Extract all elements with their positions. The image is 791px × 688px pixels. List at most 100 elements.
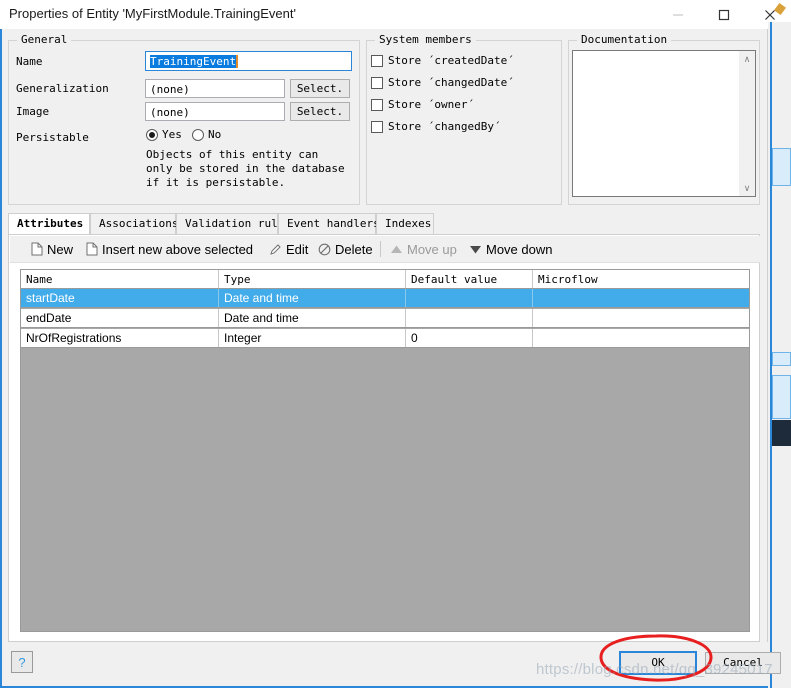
system-member-label: Store ´createdDate´ — [388, 54, 514, 67]
checkbox-icon — [371, 121, 383, 133]
triangle-down-icon — [469, 244, 482, 255]
grid-header-row: Name Type Default value Microflow — [21, 270, 749, 289]
cell-name: endDate — [21, 309, 219, 327]
system-member-owner[interactable]: Store ´owner´ — [371, 98, 474, 111]
scroll-up-icon[interactable]: ∧ — [739, 51, 755, 67]
system-member-changed-by[interactable]: Store ´changedBy´ — [371, 120, 501, 133]
persistable-label: Persistable — [16, 131, 89, 144]
move-up-button-label: Move up — [407, 242, 457, 257]
name-input-value: TrainingEvent — [150, 55, 238, 68]
general-group-title: General — [17, 33, 71, 46]
system-member-label: Store ´changedBy´ — [388, 120, 501, 133]
table-row[interactable]: endDate Date and time — [21, 309, 749, 328]
cell-default-value — [406, 289, 533, 307]
persistable-hint-text: Objects of this entity can only be store… — [146, 148, 351, 190]
system-members-group-title: System members — [375, 33, 476, 46]
cell-type: Date and time — [219, 309, 406, 327]
dialog-titlebar: Properties of Entity 'MyFirstModule.Trai… — [0, 0, 768, 29]
cell-default-value — [406, 309, 533, 327]
entity-properties-dialog: Properties of Entity 'MyFirstModule.Trai… — [0, 0, 768, 688]
cell-name: NrOfRegistrations — [21, 329, 219, 347]
persistable-no-label: No — [208, 128, 221, 141]
documentation-textarea[interactable]: ∧ ∨ — [572, 50, 756, 197]
tab-attributes[interactable]: Attributes — [8, 213, 90, 234]
insert-new-above-selected-button[interactable]: Insert new above selected — [86, 239, 253, 259]
table-row[interactable]: startDate Date and time — [21, 289, 749, 308]
column-header-default-value[interactable]: Default value — [406, 270, 533, 288]
help-button[interactable]: ? — [11, 651, 33, 673]
attributes-toolbar: New Insert new above selected Edit Delet… — [10, 236, 760, 263]
dialog-title: Properties of Entity 'MyFirstModule.Trai… — [9, 6, 296, 21]
persistable-yes-label: Yes — [162, 128, 182, 141]
generalization-label: Generalization — [16, 82, 109, 95]
scroll-down-icon[interactable]: ∨ — [739, 180, 755, 196]
background-panel-dark — [772, 420, 791, 446]
move-down-button[interactable]: Move down — [469, 239, 552, 259]
triangle-up-icon — [390, 244, 403, 255]
ok-button[interactable]: OK — [620, 652, 696, 674]
attributes-grid[interactable]: Name Type Default value Microflow startD… — [20, 269, 750, 632]
column-header-type[interactable]: Type — [219, 270, 406, 288]
new-document-icon — [31, 242, 43, 256]
cell-default-value: 0 — [406, 329, 533, 347]
name-input[interactable]: TrainingEvent — [145, 51, 352, 71]
image-select-button[interactable]: Select. — [290, 102, 350, 121]
cell-name: startDate — [21, 289, 219, 307]
system-member-created-date[interactable]: Store ´createdDate´ — [371, 54, 514, 67]
move-up-button[interactable]: Move up — [390, 239, 457, 259]
tab-associations[interactable]: Associations — [90, 213, 176, 234]
persistable-no-radio[interactable]: No — [192, 128, 221, 141]
insert-button-label: Insert new above selected — [102, 242, 253, 257]
documentation-group-title: Documentation — [577, 33, 671, 46]
dialog-left-accent — [0, 29, 2, 688]
cancel-button[interactable]: Cancel — [705, 652, 781, 674]
checkbox-icon — [371, 55, 383, 67]
dialog-footer: ? OK Cancel — [2, 642, 768, 686]
new-button[interactable]: New — [31, 239, 73, 259]
cell-microflow — [533, 329, 749, 347]
close-button[interactable] — [747, 0, 791, 29]
column-header-microflow[interactable]: Microflow — [533, 270, 749, 288]
persistable-yes-radio[interactable]: Yes — [146, 128, 182, 141]
system-member-changed-date[interactable]: Store ´changedDate´ — [371, 76, 514, 89]
generalization-input[interactable]: (none) — [145, 79, 285, 98]
radio-filled-icon — [146, 129, 158, 141]
system-member-label: Store ´owner´ — [388, 98, 474, 111]
image-input[interactable]: (none) — [145, 102, 285, 121]
background-window-strip — [768, 0, 791, 688]
new-button-label: New — [47, 242, 73, 257]
delete-button[interactable]: Delete — [318, 239, 373, 259]
cell-type: Date and time — [219, 289, 406, 307]
edit-button[interactable]: Edit — [269, 239, 308, 259]
maximize-button[interactable] — [701, 0, 747, 29]
table-row[interactable]: NrOfRegistrations Integer 0 — [21, 329, 749, 348]
insert-document-icon — [86, 242, 98, 256]
cell-type: Integer — [219, 329, 406, 347]
checkbox-icon — [371, 77, 383, 89]
image-label: Image — [16, 105, 49, 118]
delete-prohibited-icon — [318, 243, 331, 256]
pencil-icon — [269, 243, 282, 256]
move-down-button-label: Move down — [486, 242, 552, 257]
tabstrip: Attributes Associations Validation rules… — [8, 213, 760, 234]
toolbar-separator — [380, 241, 381, 257]
tab-event-handlers[interactable]: Event handlers — [278, 213, 376, 234]
tab-indexes[interactable]: Indexes — [376, 213, 434, 234]
radio-empty-icon — [192, 129, 204, 141]
background-panel-b — [772, 352, 791, 366]
generalization-select-button[interactable]: Select. — [290, 79, 350, 98]
delete-button-label: Delete — [335, 242, 373, 257]
column-header-name[interactable]: Name — [21, 270, 219, 288]
documentation-scrollbar[interactable]: ∧ ∨ — [739, 51, 755, 196]
attributes-tab-panel: New Insert new above selected Edit Delet… — [8, 234, 760, 642]
cell-microflow — [533, 309, 749, 327]
system-member-label: Store ´changedDate´ — [388, 76, 514, 89]
cell-microflow — [533, 289, 749, 307]
minimize-button[interactable] — [655, 0, 701, 29]
name-label: Name — [16, 55, 43, 68]
background-panel-a — [772, 148, 791, 186]
background-panel-c — [772, 375, 791, 419]
checkbox-icon — [371, 99, 383, 111]
edit-button-label: Edit — [286, 242, 308, 257]
tab-validation-rules[interactable]: Validation rules — [176, 213, 278, 234]
